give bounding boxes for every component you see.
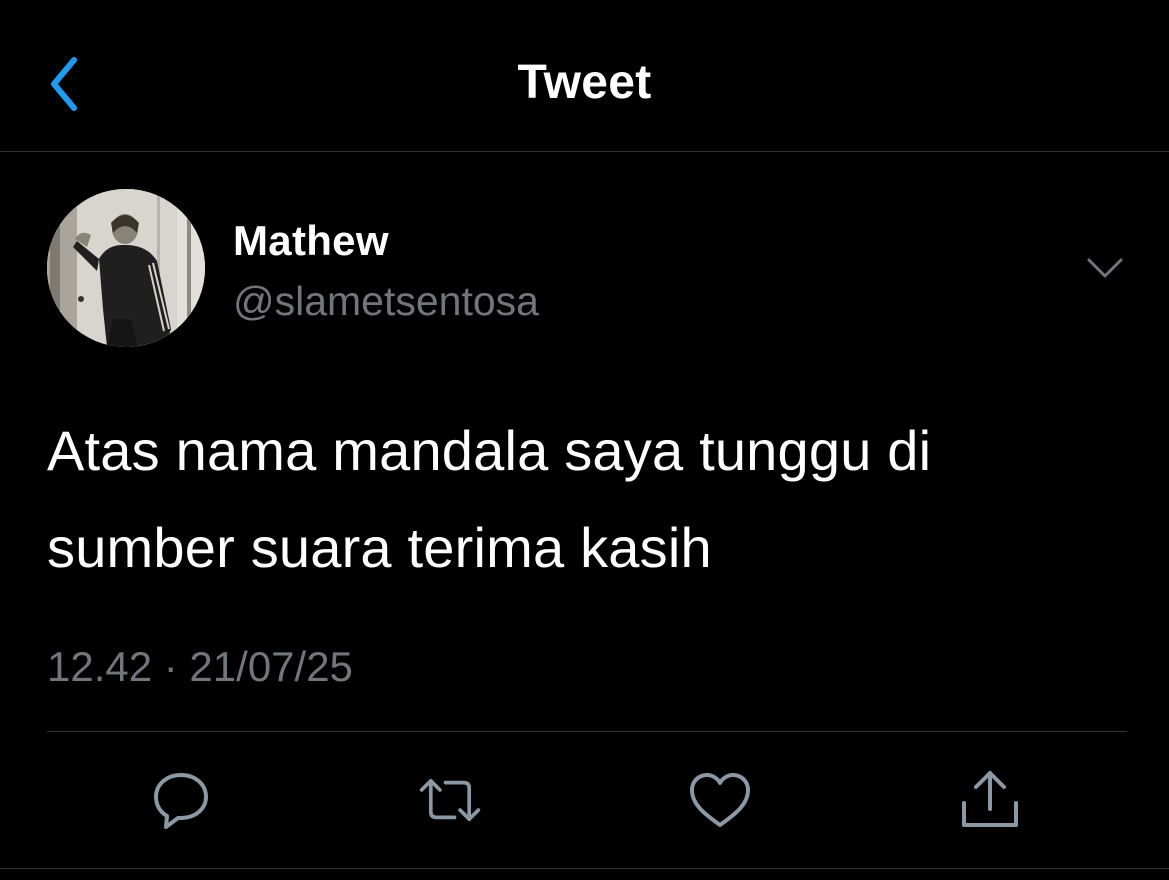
author-handle[interactable]: @slametsentosa <box>233 278 539 325</box>
chevron-down-icon <box>1087 258 1123 278</box>
reply-button[interactable] <box>149 768 213 832</box>
bottom-divider <box>0 868 1169 869</box>
like-button[interactable] <box>688 768 752 832</box>
header-divider <box>0 151 1169 152</box>
nav-bar: Tweet <box>0 0 1169 151</box>
reply-icon <box>154 773 208 829</box>
retweet-button[interactable] <box>418 768 482 832</box>
actions-divider <box>47 731 1127 732</box>
tweet-text: Atas nama mandala saya tunggu di sumber … <box>47 419 932 579</box>
share-icon <box>962 771 1018 827</box>
like-icon <box>690 773 750 827</box>
tweet-menu-button[interactable] <box>1080 248 1130 288</box>
retweet-icon <box>419 778 481 822</box>
author-name[interactable]: Mathew <box>233 217 389 265</box>
page-title: Tweet <box>517 56 652 109</box>
share-button[interactable] <box>958 768 1022 832</box>
avatar-photo <box>47 189 205 347</box>
avatar[interactable] <box>47 189 205 347</box>
tweet-timestamp: 12.42 · 21/07/25 <box>47 643 353 690</box>
